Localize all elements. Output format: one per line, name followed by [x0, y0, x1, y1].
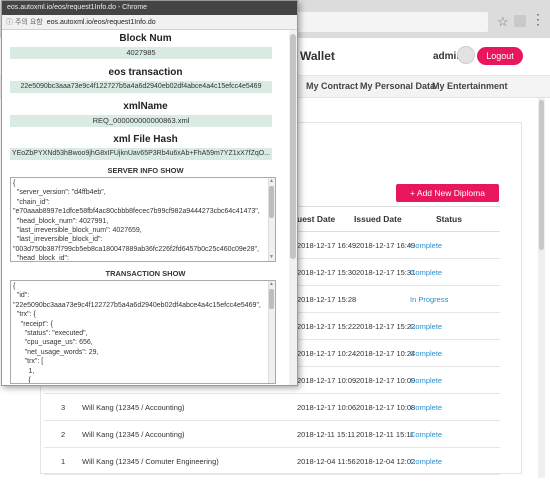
- row-issued-date: 2018-12-17 10:09: [356, 376, 416, 385]
- scroll-up-arrow-icon[interactable]: ▲: [269, 281, 274, 287]
- row-issued-date: 2018-12-11 15:11: [356, 430, 415, 439]
- scroll-up-arrow-icon[interactable]: ▲: [269, 178, 274, 184]
- table-row[interactable]: 1 Will Kang (12345 / Comuter Engineering)…: [44, 448, 500, 475]
- server-info-label: SERVER INFO SHOW: [107, 166, 184, 175]
- screen: ☆ ⋮ rt Wallet admin Logout My Contract M…: [0, 0, 550, 487]
- popup-title: eos.autoxml.io/eos/request1Info.do - Chr…: [7, 4, 148, 11]
- row-number: 3: [61, 403, 66, 412]
- row-request-date: 2018-12-17 10:06: [297, 403, 357, 412]
- row-status[interactable]: Complete: [410, 259, 442, 286]
- background-address-bar[interactable]: [288, 12, 488, 32]
- server-info-scrollbar-thumb[interactable]: [269, 186, 274, 218]
- column-header-request-date[interactable]: uest Date: [297, 206, 335, 232]
- row-issued-date: 2018-12-17 15:22: [356, 322, 416, 331]
- table-row[interactable]: 2 Will Kang (12345 / Accounting) 2018-12-1…: [44, 421, 500, 448]
- column-header-status[interactable]: Status: [436, 206, 462, 232]
- nav-item-my-entertainment[interactable]: My Entertainment: [432, 81, 508, 91]
- xml-file-hash-label: xml File Hash: [113, 134, 178, 145]
- popup-url: eos.autoxml.io/eos/request1Info.do: [46, 19, 156, 26]
- row-status[interactable]: Complete: [410, 232, 442, 259]
- popup-title-bar[interactable]: eos.autoxml.io/eos/request1Info.do - Chr…: [2, 1, 297, 15]
- security-warning-label: 주의 요함: [15, 19, 43, 26]
- row-number: 2: [61, 430, 66, 439]
- row-issued-date: 2018-12-17 16:49: [356, 241, 416, 250]
- row-request-date: 2018-12-17 15:28: [297, 295, 357, 304]
- block-num-value: 4027985: [10, 47, 272, 59]
- row-request-date: 2018-12-04 11:56: [297, 457, 356, 466]
- page-scrollbar-thumb[interactable]: [539, 100, 544, 250]
- row-status[interactable]: Complete: [410, 421, 442, 448]
- browser-menu-icon[interactable]: ⋮: [531, 12, 545, 26]
- row-issued-date: 2018-12-04 12:02: [356, 457, 416, 466]
- row-status[interactable]: Complete: [410, 367, 442, 394]
- transaction-scrollbar-thumb[interactable]: [269, 289, 274, 309]
- block-num-label: Block Num: [119, 33, 172, 44]
- row-request-date: 2018-12-17 15:22: [297, 322, 357, 331]
- scroll-down-arrow-icon[interactable]: ▼: [269, 254, 274, 260]
- popup-content: Block Num 4027985 eos transaction 22e509…: [2, 30, 289, 385]
- eos-transaction-label: eos transaction: [108, 67, 183, 78]
- xml-file-hash-value: YEoZbPYXNd53hBwoo9jhG8xIFUjknUav65P3Rb4u…: [10, 148, 272, 160]
- nav-item-my-personal-data[interactable]: My Personal Data: [360, 81, 435, 91]
- row-requester-name: Will Kang (12345 / Accounting): [82, 430, 185, 439]
- nav-item-my-contract[interactable]: My Contract: [306, 81, 358, 91]
- extension-icon[interactable]: [514, 15, 526, 27]
- row-issued-date: 2018-12-17 10:08: [356, 403, 416, 412]
- bookmark-star-icon[interactable]: ☆: [497, 14, 509, 30]
- row-status[interactable]: In Progress: [410, 286, 448, 313]
- row-request-date: 2018-12-17 10:09: [297, 376, 357, 385]
- xml-name-value: REQ_000000000000863.xml: [10, 115, 272, 127]
- row-status[interactable]: Complete: [410, 394, 442, 421]
- info-icon[interactable]: ⓘ: [6, 19, 13, 26]
- row-issued-date: 2018-12-17 10:24: [356, 349, 416, 358]
- transaction-show-label: TRANSACTION SHOW: [105, 269, 186, 278]
- row-request-date: 2018-12-17 15:30: [297, 268, 357, 277]
- popup-address-bar[interactable]: ⓘ 주의 요함 eos.autoxml.io/eos/request1Info.do: [2, 15, 297, 30]
- logout-button[interactable]: Logout: [477, 47, 523, 65]
- popup-scrollbar-thumb[interactable]: [290, 34, 296, 259]
- row-status[interactable]: Complete: [410, 340, 442, 367]
- add-diploma-request-button[interactable]: + Add New Diploma Request: [396, 184, 499, 216]
- request-info-popup: eos.autoxml.io/eos/request1Info.do - Chr…: [1, 0, 298, 386]
- transaction-textarea[interactable]: { "id": "22e5090bc3aaa73e9c4f122727b5a4a…: [10, 280, 276, 384]
- column-header-issued-date[interactable]: Issued Date: [354, 206, 402, 232]
- row-status[interactable]: Complete: [410, 448, 442, 475]
- row-request-date: 2018-12-17 10:24: [297, 349, 357, 358]
- row-issued-date: 2018-12-17 15:31: [356, 268, 416, 277]
- row-status[interactable]: Complete: [410, 313, 442, 340]
- server-info-textarea[interactable]: { "server_version": "d4ffb4eb", "chain_i…: [10, 177, 276, 262]
- eos-transaction-value: 22e5090bc3aaa73e9c4f122727b5a4a6d2940eb0…: [10, 81, 272, 93]
- row-requester-name: Will Kang (12345 / Accounting): [82, 403, 185, 412]
- avatar[interactable]: [457, 46, 475, 64]
- row-request-date: 2018-12-17 16:49: [297, 241, 357, 250]
- row-requester-name: Will Kang (12345 / Comuter Engineering): [82, 457, 219, 466]
- row-request-date: 2018-12-11 15:11: [297, 430, 356, 439]
- xml-name-label: xmlName: [123, 101, 168, 112]
- table-row[interactable]: 3 Will Kang (12345 / Accounting) 2018-12-1…: [44, 394, 500, 421]
- row-number: 1: [61, 457, 66, 466]
